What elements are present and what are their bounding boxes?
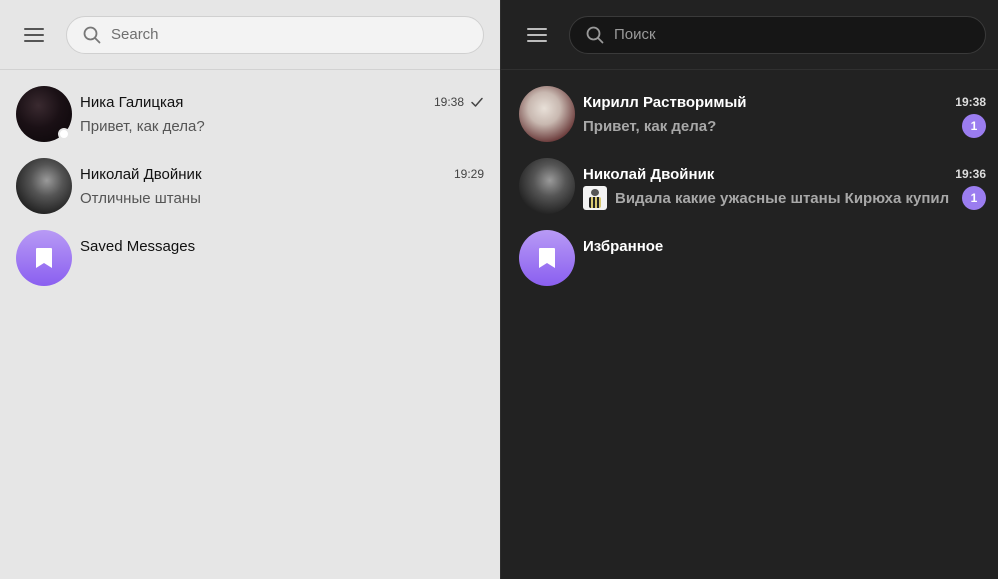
unread-badge: 1 [962,186,986,210]
search-input[interactable] [109,25,467,44]
avatar [16,86,72,142]
avatar [519,86,575,142]
chat-item-nikolai[interactable]: Николай Двойник 19:36 Видала какие ужасн… [501,156,998,228]
dark-header [501,0,998,70]
hamburger-menu-icon[interactable] [527,23,551,47]
dark-chat-list-pane: Кирилл Растворимый 19:38 Привет, как дел… [500,0,998,579]
search-icon [83,26,101,43]
avatar [16,158,72,214]
chat-item-saved-messages[interactable]: Saved Messages [0,228,500,300]
chat-item-kirill[interactable]: Кирилл Растворимый 19:38 Привет, как дел… [501,84,998,156]
chat-name: Избранное [583,237,664,255]
avatar [519,230,575,286]
online-status-indicator [58,128,70,140]
chat-name: Кирилл Растворимый [583,93,747,111]
chat-preview: Привет, как дела? [80,117,205,135]
unread-badge: 1 [962,114,986,138]
chat-item-favorites[interactable]: Избранное [501,228,998,300]
search-input[interactable] [612,25,969,44]
chat-list: Ника Галицкая 19:38 Привет, как дела? Ни… [0,70,500,300]
chat-time: 19:38 [955,95,986,109]
chat-item-nika[interactable]: Ника Галицкая 19:38 Привет, как дела? [0,84,500,156]
chat-name: Saved Messages [80,237,196,255]
chat-time: 19:38 [433,95,464,109]
search-box[interactable] [569,15,986,54]
search-icon [586,26,604,43]
bookmark-icon [539,248,555,268]
bookmark-icon [36,248,52,268]
hamburger-menu-icon[interactable] [24,23,48,47]
chat-time: 19:36 [955,167,986,181]
avatar [519,158,575,214]
chat-preview: Привет, как дела? [583,117,717,135]
avatar [16,230,72,286]
chat-time: 19:29 [453,167,484,181]
light-header [0,0,500,70]
light-chat-list-pane: Ника Галицкая 19:38 Привет, как дела? Ни… [0,0,500,579]
chat-item-nikolai[interactable]: Николай Двойник 19:29 Отличные штаны [0,156,500,228]
check-icon [471,97,483,107]
chat-preview: Видала какие ужасные штаны Кирюха купил [615,189,950,207]
chat-name: Николай Двойник [583,165,715,183]
chat-name: Ника Галицкая [80,93,184,111]
chat-list: Кирилл Растворимый 19:38 Привет, как дел… [501,70,998,300]
chat-name: Николай Двойник [80,165,202,183]
media-thumbnail [583,186,607,210]
search-box[interactable] [66,15,484,54]
chat-preview: Отличные штаны [80,189,201,207]
